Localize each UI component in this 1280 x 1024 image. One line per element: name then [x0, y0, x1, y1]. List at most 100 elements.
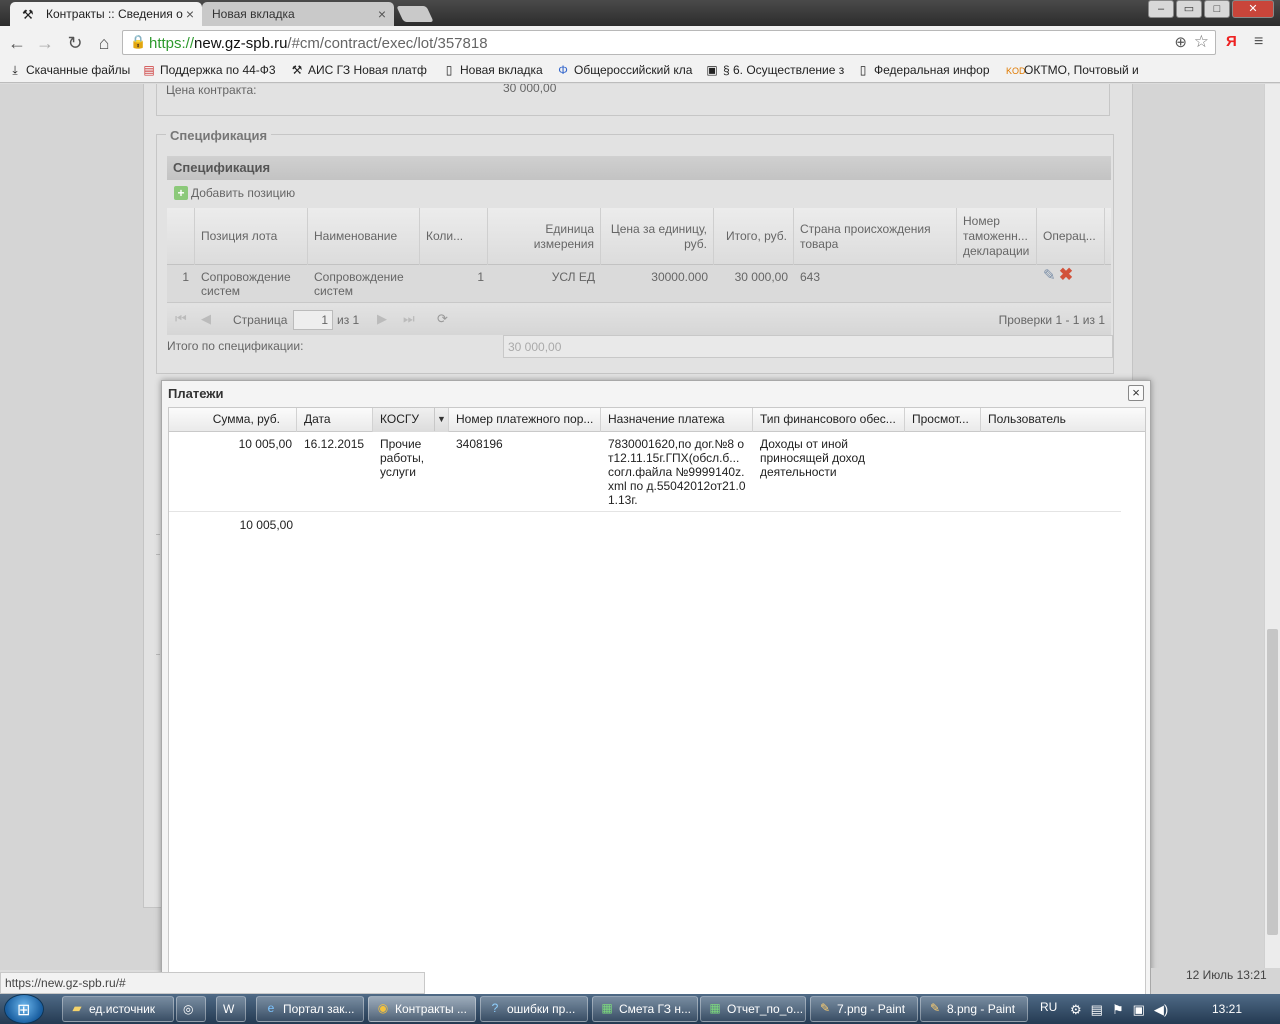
windows-logo-icon: ⊞: [17, 1002, 31, 1019]
cell-lot-position: Сопровождение систем: [201, 270, 291, 298]
col-viewed[interactable]: Просмот...: [905, 408, 981, 432]
paint-icon: ✎: [819, 1001, 831, 1015]
bookmark-star-icon[interactable]: ☆: [1194, 32, 1209, 52]
col-operations[interactable]: Операц...: [1037, 208, 1105, 265]
col-qty[interactable]: Коли...: [420, 208, 488, 265]
next-page-icon[interactable]: ▶: [377, 311, 387, 327]
tab-contracts[interactable]: ⚒ Контракты :: Сведения о ×: [10, 2, 202, 26]
yandex-icon[interactable]: Я: [1226, 33, 1237, 50]
col-finance-type[interactable]: Тип финансового обес...: [753, 408, 905, 432]
dropdown-arrow-icon[interactable]: ▼: [434, 408, 448, 431]
col-total[interactable]: Итого, руб.: [714, 208, 794, 265]
bookmark-new-tab[interactable]: ▯ Новая вкладка: [442, 63, 543, 77]
scroll-thumb[interactable]: [1267, 629, 1278, 935]
divider: [156, 534, 160, 535]
tray-card-icon[interactable]: ▤: [1091, 1002, 1103, 1018]
col-unit-price[interactable]: Цена за единицу, руб.: [601, 208, 714, 265]
plus-icon: +: [174, 186, 188, 200]
cell-purpose: 7830001620,по дог.№8 от12.11.15г.ГПХ(обс…: [608, 437, 746, 507]
col-kosgu[interactable]: КОСГУ ▼: [373, 408, 449, 432]
taskbar-item-excel-smeta[interactable]: ▦ Смета ГЗ н...: [592, 996, 698, 1022]
payments-dialog: Платежи × Сумма, руб. Дата КОСГУ ▼ Номер…: [161, 380, 1151, 1001]
cell-finance-type: Доходы от иной приносящей доход деятельн…: [760, 437, 865, 479]
status-bubble: https://new.gz-spb.ru/#: [0, 972, 425, 994]
col-rownum: [167, 208, 195, 265]
tray-settings-icon[interactable]: ⚙: [1070, 1002, 1082, 1018]
first-page-icon[interactable]: ⏮: [175, 311, 187, 327]
tray-clock[interactable]: 13:21: [1212, 1002, 1242, 1016]
col-order-no[interactable]: Номер платежного пор...: [449, 408, 601, 432]
close-icon[interactable]: ×: [1128, 385, 1144, 401]
col-customs[interactable]: Номер таможенн... декларации: [957, 208, 1037, 265]
taskbar-item-chrome[interactable]: ◉ Контракты ...: [368, 996, 476, 1022]
chrome-icon: ◉: [377, 1001, 389, 1015]
bookmark-icon: ▤: [143, 63, 155, 77]
col-date[interactable]: Дата: [297, 408, 373, 432]
forward-icon[interactable]: →: [34, 32, 56, 54]
bookmark-federal[interactable]: ▯ Федеральная инфор: [856, 63, 990, 77]
close-window-icon[interactable]: ✕: [1232, 0, 1274, 18]
taskbar-item-word[interactable]: W: [216, 996, 246, 1022]
bookmarks-bar: ⤓ Скачанные файлы ▤ Поддержка по 44-Ф3 ⚒ АИ…: [0, 59, 1280, 83]
minimize-icon[interactable]: ‒: [1148, 0, 1174, 18]
taskbar-item-paint-7[interactable]: ✎ 7.png - Paint: [810, 996, 918, 1022]
taskbar-item-excel-report[interactable]: ▦ Отчет_по_о...: [700, 996, 806, 1022]
add-position-button[interactable]: + Добавить позицию: [174, 186, 295, 200]
system-tray: ⚙ ▤ ⚑ ▣ ◀): [1070, 1002, 1168, 1018]
menu-icon[interactable]: ≡: [1254, 33, 1263, 51]
taskbar-item-folder[interactable]: ▰ ед.источник: [62, 996, 174, 1022]
bookmark-classifier[interactable]: Φ Общероссийский кла: [556, 63, 692, 77]
delete-icon[interactable]: ✖: [1059, 265, 1073, 284]
word-icon: W: [223, 1002, 235, 1016]
taskbar-item-paint-8[interactable]: ✎ 8.png - Paint: [920, 996, 1028, 1022]
col-sum[interactable]: Сумма, руб.: [169, 408, 297, 432]
edit-icon[interactable]: ✎: [1043, 267, 1056, 284]
tab-new[interactable]: Новая вкладка ×: [202, 2, 394, 26]
col-unit[interactable]: Единица измерения: [488, 208, 601, 265]
refresh-icon[interactable]: ⟳: [437, 311, 448, 327]
col-country[interactable]: Страна происхождения товара: [794, 208, 957, 265]
cell-unit: УСЛ ЕД: [551, 270, 595, 284]
divider: [156, 654, 160, 655]
ie-icon: e: [267, 1001, 275, 1015]
bookmark-ais[interactable]: ⚒ АИС ГЗ Новая платф: [290, 63, 427, 77]
page-scrollbar[interactable]: [1264, 84, 1280, 970]
zoom-icon[interactable]: ⊕: [1174, 33, 1187, 51]
cell-sum: 10 005,00: [238, 437, 292, 451]
address-bar[interactable]: 🔒 https://new.gz-spb.ru/#cm/contract/exe…: [122, 30, 1216, 55]
cell-order-no: 3408196: [456, 437, 503, 451]
table-row[interactable]: 10 005,00 16.12.2015 Прочие работы, услу…: [169, 433, 1121, 512]
restore-icon[interactable]: ▭: [1176, 0, 1202, 18]
language-indicator[interactable]: RU: [1040, 1000, 1057, 1014]
prev-page-icon[interactable]: ◀: [201, 311, 211, 327]
taskbar-item-help[interactable]: ? ошибки пр...: [480, 996, 588, 1022]
col-lot-position[interactable]: Позиция лота: [195, 208, 308, 265]
home-icon[interactable]: ⌂: [93, 32, 115, 54]
reload-icon[interactable]: ↻: [64, 32, 86, 54]
maximize-icon[interactable]: □: [1204, 0, 1230, 18]
download-icon: ⤓: [12, 63, 18, 77]
bookmark-oktmo[interactable]: KODОКТМО, Почтовый и: [1006, 63, 1139, 77]
col-user[interactable]: Пользователь: [981, 408, 1145, 432]
bookmark-support[interactable]: ▤ Поддержка по 44-Ф3: [142, 63, 275, 77]
col-purpose[interactable]: Назначение платежа: [601, 408, 753, 432]
taskbar-item-app[interactable]: ◎: [176, 996, 206, 1022]
network-icon[interactable]: ▣: [1133, 1002, 1145, 1018]
new-tab-button[interactable]: [396, 6, 434, 22]
volume-icon[interactable]: ◀): [1154, 1002, 1168, 1018]
tab-close-icon[interactable]: ×: [378, 6, 386, 22]
cell-country: 643: [800, 270, 821, 284]
col-name[interactable]: Наименование: [308, 208, 420, 265]
bookmark-downloads[interactable]: ⤓ Скачанные файлы: [8, 63, 130, 78]
cell-customs: [957, 265, 1037, 303]
flag-icon[interactable]: ⚑: [1112, 1002, 1124, 1018]
bookmark-section6[interactable]: ▣ § 6. Осуществление з: [705, 63, 844, 77]
last-page-icon[interactable]: ⏭: [403, 311, 415, 327]
tab-close-icon[interactable]: ×: [186, 6, 194, 22]
back-icon[interactable]: ←: [6, 32, 28, 54]
tools-icon: ⚒: [291, 63, 303, 77]
table-row[interactable]: 1 Сопровождение систем Сопровождение сис…: [167, 265, 1111, 303]
page-input[interactable]: 1: [293, 310, 333, 330]
start-button[interactable]: ⊞: [4, 994, 44, 1024]
taskbar-item-ie[interactable]: e Портал зак...: [256, 996, 364, 1022]
